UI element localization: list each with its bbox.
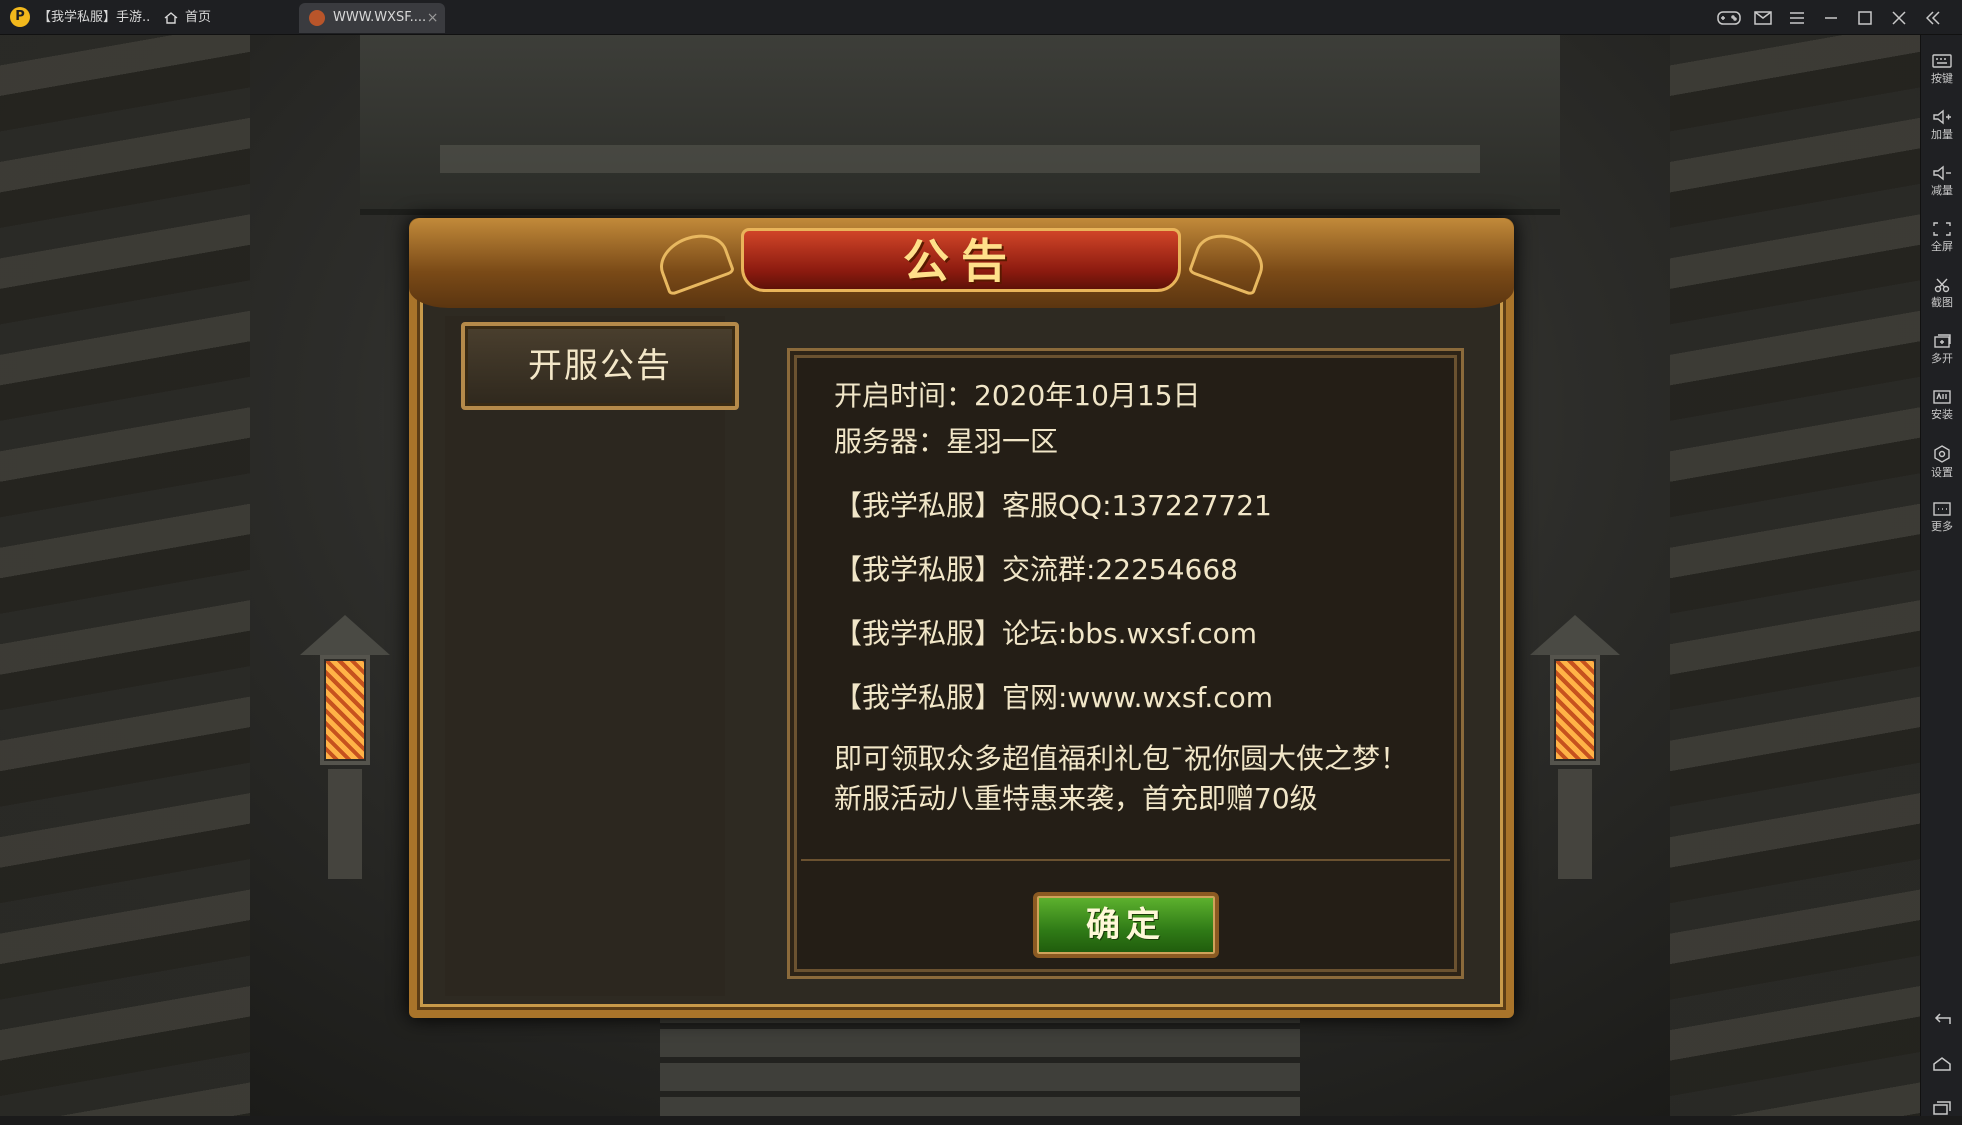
tab-game-label: WWW.WXSF....: [333, 10, 427, 25]
dialog-title-plate: 公告: [741, 228, 1181, 292]
dragon-pillar-left: [0, 35, 250, 1116]
gamepad-icon: [1717, 10, 1741, 25]
tab-close-icon[interactable]: ×: [426, 3, 439, 33]
window-controls: [1712, 0, 1950, 35]
mail-icon: [1754, 10, 1772, 25]
stone-lantern-left: [300, 555, 390, 879]
back-icon: [1934, 1013, 1951, 1024]
confirm-button[interactable]: 确定: [1033, 892, 1219, 958]
android-back-button[interactable]: [1921, 1003, 1962, 1037]
gear-icon: [1934, 445, 1950, 463]
category-button-label: 开服公告: [528, 346, 672, 386]
apk-install-icon: [1933, 390, 1951, 404]
sidebar-label-install: 安装: [1931, 408, 1953, 421]
category-panel: 开服公告: [445, 316, 739, 996]
close-icon: [1892, 10, 1906, 25]
minimize-button[interactable]: [1814, 0, 1848, 35]
dragon-pillar-right: [1670, 35, 1920, 1116]
recent-apps-icon: [1933, 1101, 1951, 1115]
home-icon: [164, 12, 178, 24]
tab-game[interactable]: WWW.WXSF.... ×: [299, 3, 445, 33]
announcement-dialog: 公告 开服公告 开启时间：2020年10月15日 服务器：星羽一区 【我学私服】…: [409, 218, 1514, 1018]
collapse-sidebar-button[interactable]: [1916, 0, 1950, 35]
app-logo-icon: P: [10, 7, 30, 27]
sidebar-item-multi-instance[interactable]: 多开: [1921, 329, 1962, 383]
keyboard-icon: [1932, 54, 1952, 68]
close-button[interactable]: [1882, 0, 1916, 35]
qq-text: 【我学私服】客服QQ:137227721: [834, 489, 1272, 522]
sidebar-item-install[interactable]: 安装: [1921, 385, 1962, 439]
sidebar-label-multi-instance: 多开: [1931, 352, 1953, 365]
double-chevron-left-icon: [1926, 10, 1940, 25]
group-text: 【我学私服】交流群:22254668: [834, 553, 1238, 586]
stone-lantern-right: [1530, 555, 1620, 879]
menu-button[interactable]: [1780, 0, 1814, 35]
tab-home-label: 首页: [185, 10, 212, 25]
maximize-icon: [1858, 10, 1872, 25]
dialog-header: 公告: [409, 218, 1514, 308]
sidebar-label-more: 更多: [1931, 520, 1953, 533]
content-divider: [801, 859, 1450, 861]
menu-icon: [1790, 11, 1804, 24]
sidebar-label-screenshot: 截图: [1931, 296, 1953, 309]
title-bar: P 【我学私服】手游... 首页 WWW.WXSF.... ×: [0, 0, 1962, 35]
open-time-text: 开启时间：2020年10月15日: [834, 379, 1201, 412]
sidebar-label-volume-down: 减量: [1931, 184, 1953, 197]
game-favicon-icon: [309, 10, 325, 26]
sidebar-item-keys[interactable]: 按键: [1921, 49, 1962, 103]
android-recent-apps-button[interactable]: [1921, 1091, 1962, 1125]
sidebar-item-screenshot[interactable]: 截图: [1921, 273, 1962, 327]
fullscreen-icon: [1933, 222, 1951, 236]
sidebar-item-settings[interactable]: 设置: [1921, 441, 1962, 495]
promo-text: 即可领取众多超值福利礼包¯祝你圆大侠之梦！新服活动八重特惠来袭，首充即赠70级: [834, 742, 1409, 815]
category-server-announcement-button[interactable]: 开服公告: [461, 322, 739, 410]
emulator-sidebar: 按键 加量 减量 全屏 截图 多开 安装 设置 更多: [1920, 35, 1962, 1116]
announcement-text-scroll[interactable]: 开启时间：2020年10月15日 服务器：星羽一区 【我学私服】客服QQ:137…: [834, 373, 1444, 845]
sidebar-label-volume-up: 加量: [1931, 128, 1953, 141]
more-icon: [1933, 502, 1951, 516]
announcement-content-panel: 开启时间：2020年10月15日 服务器：星羽一区 【我学私服】客服QQ:137…: [787, 348, 1464, 979]
scissors-icon: [1934, 278, 1950, 293]
sidebar-label-fullscreen: 全屏: [1931, 240, 1953, 253]
minimize-icon: [1825, 16, 1837, 19]
sidebar-item-fullscreen[interactable]: 全屏: [1921, 217, 1962, 271]
sidebar-item-volume-up[interactable]: 加量: [1921, 105, 1962, 159]
sidebar-label-keys: 按键: [1931, 72, 1953, 85]
tab-app[interactable]: 【我学私服】手游...: [38, 3, 150, 33]
mail-button[interactable]: [1746, 0, 1780, 35]
sidebar-item-volume-down[interactable]: 减量: [1921, 161, 1962, 215]
ornament-right-icon: [1187, 225, 1271, 297]
ornament-left-icon: [652, 225, 736, 297]
server-text: 服务器：星羽一区: [834, 425, 1059, 458]
website-text: 【我学私服】官网:www.wxsf.com: [834, 681, 1274, 714]
volume-down-icon: [1933, 165, 1951, 181]
temple-gate-background: [360, 35, 1560, 215]
game-viewport[interactable]: 公告 开服公告 开启时间：2020年10月15日 服务器：星羽一区 【我学私服】…: [0, 35, 1920, 1116]
forum-text: 【我学私服】论坛:bbs.wxsf.com: [834, 617, 1258, 650]
tab-home[interactable]: 首页: [164, 3, 284, 33]
volume-up-icon: [1933, 109, 1951, 125]
gamepad-button[interactable]: [1712, 0, 1746, 35]
confirm-button-label: 确定: [1086, 905, 1166, 945]
dialog-title: 公告: [903, 234, 1019, 288]
sidebar-label-settings: 设置: [1931, 466, 1953, 479]
sidebar-item-more[interactable]: 更多: [1921, 497, 1962, 551]
multi-instance-icon: [1934, 334, 1951, 348]
android-home-button[interactable]: [1921, 1047, 1962, 1081]
maximize-button[interactable]: [1848, 0, 1882, 35]
home-icon: [1933, 1057, 1951, 1071]
tab-app-label: 【我学私服】手游...: [38, 10, 150, 25]
